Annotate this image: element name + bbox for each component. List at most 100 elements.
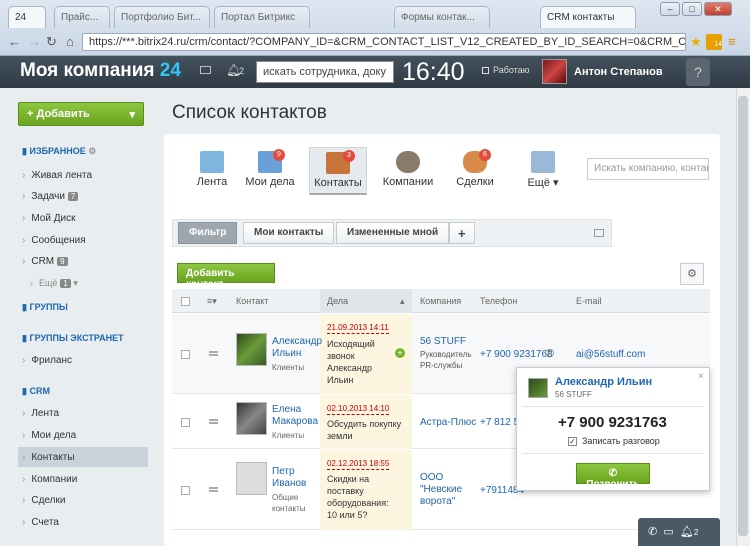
- chat-icon[interactable]: ▭: [663, 526, 673, 538]
- tab-more[interactable]: Ещё ▾: [514, 147, 572, 195]
- activity-text-line[interactable]: Александр: [327, 362, 395, 374]
- contact-name-first[interactable]: Елена: [272, 404, 301, 416]
- contact-name-first[interactable]: Петр: [272, 466, 295, 478]
- close-window-icon[interactable]: ✕: [704, 2, 732, 16]
- contact-photo[interactable]: [236, 402, 267, 435]
- phone-link[interactable]: +7 900 9231763: [480, 349, 553, 360]
- tab-contacts[interactable]: 3 Контакты: [309, 147, 367, 195]
- sort-icon[interactable]: ▴: [400, 296, 405, 307]
- sidebar-item-crm-feed[interactable]: › Лента: [22, 408, 59, 419]
- crm-header[interactable]: ▮ CRM: [22, 386, 50, 397]
- activity-text-line[interactable]: поставку: [327, 485, 395, 497]
- activity-text-line[interactable]: Ильин: [327, 374, 395, 386]
- row-checkbox[interactable]: [181, 486, 190, 495]
- company-link[interactable]: "Невские: [420, 484, 475, 496]
- tab-feed[interactable]: Лента: [183, 147, 241, 195]
- close-icon[interactable]: ×: [698, 371, 704, 382]
- groups-header[interactable]: ▮ ГРУППЫ: [22, 302, 68, 313]
- company-link[interactable]: ворота": [420, 496, 475, 508]
- add-filter-button[interactable]: +: [449, 222, 475, 244]
- bell-icon[interactable]: 🔔︎: [680, 526, 694, 538]
- email-link[interactable]: ai@56stuff.com: [576, 349, 645, 360]
- add-button[interactable]: + Добавить ▾: [18, 102, 144, 126]
- row-menu-icon[interactable]: [209, 419, 218, 424]
- activity-text-line[interactable]: оборудования:: [327, 497, 395, 509]
- phone-icon[interactable]: ✆: [648, 526, 657, 538]
- contact-name-last[interactable]: Ильин: [272, 348, 301, 360]
- contact-name-first[interactable]: Александр: [272, 336, 322, 348]
- sidebar-item-feed[interactable]: › Живая лента: [22, 170, 92, 181]
- company-link[interactable]: 56 STUFF: [420, 336, 475, 348]
- activity-text-line[interactable]: земли: [327, 430, 395, 442]
- contact-photo[interactable]: [236, 333, 267, 366]
- record-call-label[interactable]: Записать разговор: [582, 436, 660, 446]
- user-avatar[interactable]: [542, 59, 567, 84]
- activity-text-line[interactable]: 10 или 5?: [327, 509, 395, 521]
- favorites-header[interactable]: ▮ ИЗБРАННОЕ ⚙: [22, 146, 96, 157]
- sidebar-item-my-activities[interactable]: › Мои дела: [22, 430, 76, 441]
- column-phone[interactable]: Телефон: [480, 296, 517, 306]
- phone-handset-icon[interactable]: ✆: [545, 347, 554, 360]
- activity-text-line[interactable]: звонок: [327, 350, 395, 362]
- activity-text-line[interactable]: Обсудить покупку: [327, 418, 407, 430]
- sidebar-item-deals[interactable]: › Сделки: [22, 495, 65, 506]
- column-company[interactable]: Компания: [420, 296, 461, 306]
- back-icon[interactable]: ←: [8, 34, 21, 49]
- row-menu-icon[interactable]: [209, 351, 218, 356]
- header-search-input[interactable]: искать сотрудника, доку: [256, 61, 394, 83]
- filter-button[interactable]: Фильтр: [178, 222, 238, 244]
- my-contacts-button[interactable]: Мои контакты: [243, 222, 335, 244]
- extension-icon[interactable]: 14: [706, 34, 722, 50]
- record-call-checkbox[interactable]: ✓: [568, 437, 577, 446]
- sidebar-item-contacts[interactable]: › Контакты: [22, 452, 75, 463]
- collapse-icon[interactable]: [594, 229, 604, 237]
- tab-my-activities[interactable]: 9 Мои дела: [240, 147, 300, 195]
- activity-text-line[interactable]: Исходящий: [327, 338, 395, 350]
- add-contact-button[interactable]: Добавить контакт: [177, 263, 275, 290]
- changed-by-me-button[interactable]: Измененные мной: [336, 222, 450, 244]
- browser-tab-1[interactable]: Прайс...: [54, 6, 110, 28]
- contact-name-last[interactable]: Иванов: [272, 478, 306, 490]
- sidebar-item-invoices[interactable]: › Счета: [22, 517, 59, 528]
- reload-icon[interactable]: ↻: [46, 34, 57, 50]
- popup-contact-name[interactable]: Александр Ильин: [555, 376, 652, 388]
- sidebar-item-freelance[interactable]: › Фриланс: [22, 355, 72, 366]
- column-activities[interactable]: Дела: [327, 296, 348, 306]
- star-icon[interactable]: ★: [690, 34, 702, 50]
- contact-photo-placeholder[interactable]: [236, 462, 267, 495]
- browser-tab-3[interactable]: Портал Битрикс: [214, 6, 310, 28]
- browser-tab-4[interactable]: Формы контак...: [394, 6, 490, 28]
- column-menu-icon[interactable]: ≡▾: [207, 296, 217, 307]
- browser-tab-5[interactable]: CRM контакты: [540, 6, 636, 28]
- call-button[interactable]: ✆ Позвонить: [576, 463, 650, 490]
- minimize-icon[interactable]: –: [660, 2, 680, 16]
- sidebar-item-companies[interactable]: › Компании: [22, 474, 77, 485]
- column-contact[interactable]: Контакт: [236, 296, 268, 306]
- column-email[interactable]: E-mail: [576, 296, 602, 306]
- row-menu-icon[interactable]: [209, 487, 218, 492]
- settings-icon[interactable]: ⚙: [88, 146, 96, 156]
- company-logo[interactable]: Моя компания 24: [20, 60, 181, 82]
- row-checkbox[interactable]: [181, 350, 190, 359]
- maximize-icon[interactable]: □: [682, 2, 702, 16]
- select-all-checkbox[interactable]: [181, 297, 190, 306]
- ext-groups-header[interactable]: ▮ ГРУППЫ ЭКСТРАНЕТ: [22, 333, 124, 344]
- work-status[interactable]: Работаю: [493, 65, 529, 75]
- company-link[interactable]: ООО: [420, 472, 475, 484]
- messenger-icon[interactable]: [200, 66, 211, 74]
- help-button[interactable]: ?: [686, 58, 710, 86]
- activity-text-line[interactable]: Скидки на: [327, 473, 395, 485]
- browser-tab-2[interactable]: Портфолио Бит...: [114, 6, 210, 28]
- address-bar[interactable]: https://***.bitrix24.ru/crm/contact/?COM…: [82, 33, 686, 51]
- clock[interactable]: 16:40: [402, 58, 465, 87]
- crm-search-input[interactable]: Искать компанию, контакт, сд: [587, 158, 709, 180]
- messenger-bar[interactable]: ✆ ▭ 🔔︎2: [638, 518, 720, 546]
- row-checkbox[interactable]: [181, 418, 190, 427]
- user-name[interactable]: Антон Степанов: [574, 66, 663, 78]
- scrollbar-thumb[interactable]: [738, 96, 748, 536]
- sidebar-item-disk[interactable]: › Мой Диск: [22, 213, 75, 224]
- browser-tab-0[interactable]: 24: [8, 6, 46, 28]
- menu-icon[interactable]: ≡: [728, 34, 736, 49]
- sidebar-item-tasks[interactable]: › Задачи 7: [22, 191, 79, 202]
- sidebar-item-messages[interactable]: › Сообщения: [22, 235, 86, 246]
